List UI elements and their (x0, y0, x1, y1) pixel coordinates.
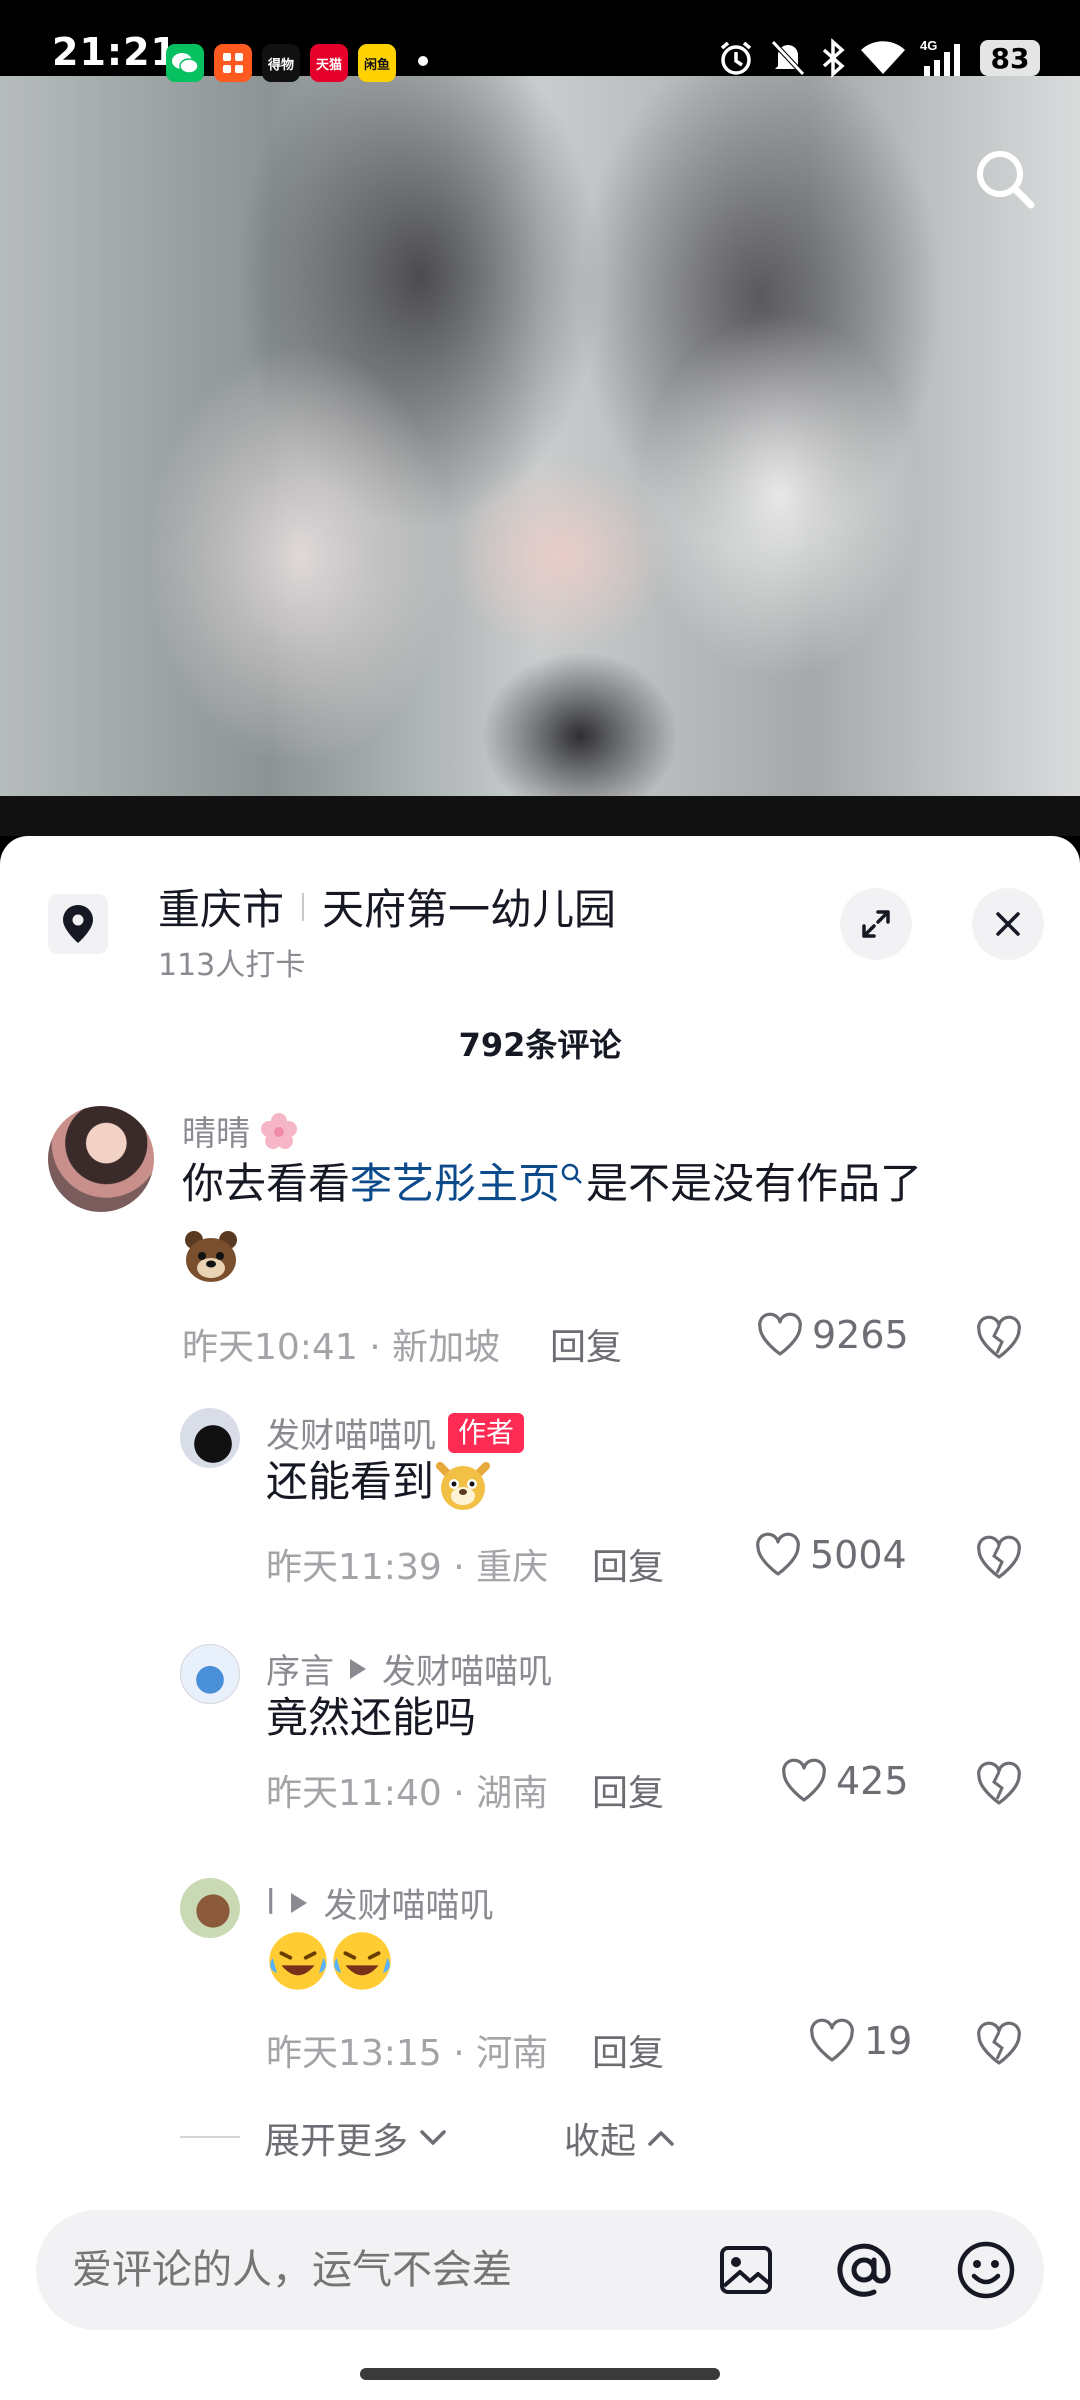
status-right: 4G 83 (716, 38, 1040, 78)
search-icon[interactable] (966, 140, 1046, 220)
bluetooth-icon (822, 38, 845, 78)
reply-button[interactable]: 回复 (592, 2024, 664, 2076)
comment-count: 792条评论 (458, 1026, 622, 1064)
heart-icon (782, 1758, 826, 1802)
wechat-icon (166, 44, 204, 82)
comment-input-bar (36, 2210, 1044, 2330)
expand-more-button[interactable]: 展开更多 (264, 2112, 448, 2164)
reply-to-user[interactable]: 发财喵喵叽 (382, 1644, 552, 1693)
emoji-icon[interactable] (954, 2238, 1018, 2302)
comment-sheet: 重庆市 天府第一幼儿园 113人打卡 792条评论 晴晴 你去看看李艺彤主页 是不… (0, 836, 1080, 2400)
like-count: 425 (836, 1759, 909, 1803)
like-count: 9265 (812, 1313, 909, 1357)
close-icon (996, 912, 1020, 936)
comment-username[interactable]: 序言 发财喵喵叽 (266, 1644, 552, 1693)
status-bar: 21:21 得物 天猫 闲鱼 4G 83 (0, 0, 1080, 82)
svg-text:4G: 4G (920, 38, 937, 53)
dislike-button[interactable] (974, 2018, 1024, 2068)
comment-input[interactable] (72, 2210, 672, 2330)
dislike-button[interactable] (974, 1312, 1024, 1362)
notification-icons: 得物 天猫 闲鱼 (166, 44, 396, 82)
laugh-cry-emoji-icon (333, 1931, 391, 1990)
comment-meta: 昨天11:40 · 湖南 (266, 1773, 549, 1814)
search-link-icon (561, 1163, 582, 1184)
alarm-icon (720, 41, 752, 75)
tmall-icon: 天猫 (310, 44, 348, 82)
reply-item: 发财喵喵叽 作者 还能看到 昨天11:39 · 重庆 回复 5004 (0, 1408, 1080, 1608)
heart-icon (758, 1312, 802, 1356)
heart-icon (810, 2018, 854, 2062)
more-notifications-dot (418, 56, 428, 66)
like-button[interactable]: 19 (808, 2018, 912, 2064)
chevron-up-icon (648, 2131, 674, 2146)
like-button[interactable]: 425 (780, 1758, 909, 1804)
taobao-icon (214, 44, 252, 82)
mute-bell-icon (771, 40, 805, 76)
replies-controls: 展开更多 收起 (0, 2106, 1080, 2166)
location-title[interactable]: 重庆市 天府第一幼儿园 (158, 876, 616, 937)
expand-icon (862, 910, 890, 938)
expand-button[interactable] (840, 888, 912, 960)
like-count: 19 (864, 2019, 913, 2063)
dislike-button[interactable] (974, 1532, 1024, 1582)
chevron-down-icon (420, 2130, 446, 2145)
close-button[interactable] (972, 888, 1044, 960)
comment-text (266, 1928, 394, 1993)
like-button[interactable]: 9265 (756, 1312, 909, 1358)
comment-username[interactable]: l 发财喵喵叽 (266, 1878, 493, 1927)
bear-emoji-icon (185, 1231, 237, 1282)
video-letterbox (0, 796, 1080, 836)
dislike-button[interactable] (974, 1758, 1024, 1808)
reply-button[interactable]: 回复 (592, 1764, 664, 1816)
collapse-button[interactable]: 收起 (564, 2112, 676, 2164)
location-checkins: 113人打卡 (158, 948, 306, 983)
location-pin-icon[interactable] (48, 894, 108, 954)
reply-item: 序言 发财喵喵叽 竟然还能吗 昨天11:40 · 湖南 回复 425 (0, 1644, 1080, 1844)
author-badge: 作者 (448, 1412, 525, 1453)
reply-button[interactable]: 回复 (550, 1318, 622, 1370)
comment-text: 你去看看李艺彤主页 是不是没有作品了 (182, 1159, 923, 1208)
comment-item: 晴晴 你去看看李艺彤主页 是不是没有作品了 昨天10:41 · 新加坡 回复 92… (0, 1106, 1080, 1368)
comment-username[interactable]: 晴晴 (182, 1106, 302, 1155)
status-time: 21:21 (52, 30, 178, 74)
cellular-signal-icon: 4G (920, 38, 960, 76)
laugh-cry-emoji-icon (269, 1931, 327, 1990)
reply-item: l 发财喵喵叽 昨天13:15 · 河南 回复 19 (0, 1878, 1080, 2078)
meituan-icon: 闲鱼 (358, 44, 396, 82)
location-separator (302, 892, 305, 921)
home-indicator[interactable] (360, 2368, 720, 2380)
heart-icon (756, 1532, 800, 1576)
divider (180, 2136, 240, 2138)
comment-text: 还能看到 (266, 1452, 492, 1514)
image-icon[interactable] (714, 2238, 778, 2302)
dewu-icon: 得物 (262, 44, 300, 82)
wifi-icon (861, 41, 905, 74)
comment-meta: 昨天13:15 · 河南 (266, 2033, 549, 2074)
like-button[interactable]: 5004 (754, 1532, 907, 1578)
location-city: 重庆市 (158, 885, 285, 934)
comment-meta: 昨天10:41 · 新加坡 (182, 1327, 501, 1368)
reply-button[interactable]: 回复 (592, 1538, 664, 1590)
avatar[interactable] (48, 1106, 154, 1212)
reply-arrow-icon (291, 1892, 308, 1913)
comment-text: 竟然还能吗 (266, 1693, 477, 1742)
video-player[interactable] (0, 76, 1080, 796)
reply-to-user[interactable]: 发财喵喵叽 (323, 1878, 493, 1927)
avatar[interactable] (180, 1408, 240, 1468)
flower-icon (261, 1112, 297, 1149)
comment-username[interactable]: 发财喵喵叽 作者 (266, 1408, 525, 1457)
comment-meta: 昨天11:39 · 重庆 (266, 1547, 549, 1588)
reply-arrow-icon (350, 1658, 366, 1679)
profile-link[interactable]: 李艺彤主页 (350, 1159, 560, 1208)
avatar[interactable] (180, 1644, 240, 1704)
avatar[interactable] (180, 1878, 240, 1938)
battery-indicator: 83 (980, 40, 1040, 76)
dog-emoji-icon (436, 1461, 491, 1510)
like-count: 5004 (810, 1533, 907, 1577)
location-place: 天府第一幼儿园 (322, 885, 617, 934)
mention-icon[interactable] (832, 2238, 896, 2302)
